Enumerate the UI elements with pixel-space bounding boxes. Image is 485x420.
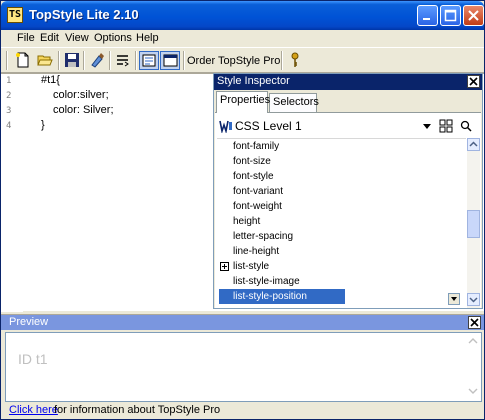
menu-options[interactable]: Options xyxy=(94,32,132,44)
css-level-label: CSS Level 1 xyxy=(235,119,302,133)
preview-title-bar: Preview xyxy=(1,314,484,330)
menu-bar: File Edit View Options Help xyxy=(1,30,484,47)
toolbar: Order TopStyle Pro xyxy=(1,47,484,73)
chevron-up-icon[interactable] xyxy=(467,336,479,346)
click-here-link[interactable]: Click here xyxy=(9,404,58,416)
close-icon xyxy=(469,77,478,86)
maximize-button[interactable] xyxy=(440,5,461,26)
tab-selectors[interactable]: Selectors xyxy=(269,93,319,112)
dropdown-arrow-icon[interactable] xyxy=(422,123,432,131)
line-number: 2 xyxy=(6,91,12,101)
open-file-button[interactable] xyxy=(35,51,55,70)
topstyle-app-icon[interactable]: TS xyxy=(7,7,23,23)
preview-icon xyxy=(163,54,178,67)
inspector-icon xyxy=(142,54,156,67)
style-inspector-panel: Style Inspector Properties Selectors CSS… xyxy=(213,73,483,309)
properties-pane: CSS Level 1 font-family font-size font-s… xyxy=(215,112,481,308)
preview-sample-text: ID t1 xyxy=(18,351,48,367)
line-number: 3 xyxy=(6,106,12,116)
code-line[interactable]: color: Silver; xyxy=(53,104,114,116)
status-text: for information about TopStyle Pro xyxy=(54,404,221,416)
property-list[interactable]: font-family font-size font-style font-va… xyxy=(217,138,466,308)
menu-help[interactable]: Help xyxy=(136,32,159,44)
list-item[interactable]: font-size xyxy=(217,154,466,169)
list-item[interactable]: font-weight xyxy=(217,199,466,214)
list-item[interactable]: height xyxy=(217,214,466,229)
close-button[interactable] xyxy=(463,5,484,26)
list-item[interactable]: font-family xyxy=(217,139,466,154)
code-line[interactable]: } xyxy=(41,119,45,131)
wrap-button[interactable] xyxy=(113,51,133,70)
wrap-icon xyxy=(117,55,129,67)
key-icon xyxy=(291,52,299,67)
scroll-up-button[interactable] xyxy=(467,138,480,151)
toolbar-separator xyxy=(109,51,111,70)
window-title: TopStyle Lite 2.10 xyxy=(29,7,139,22)
brush-icon xyxy=(91,53,104,68)
preview-close-button[interactable] xyxy=(468,316,481,329)
code-line[interactable]: #t1{ xyxy=(41,74,60,86)
status-bar: Click here for information about TopStyl… xyxy=(1,402,484,419)
minimize-button[interactable] xyxy=(417,5,438,26)
expand-icon[interactable] xyxy=(220,262,229,271)
preview-pane: ID t1 xyxy=(5,332,482,402)
format-button[interactable] xyxy=(87,51,107,70)
property-list-scrollbar[interactable] xyxy=(467,138,480,308)
scroll-down-button[interactable] xyxy=(467,293,480,306)
list-item-expandable[interactable]: list-style xyxy=(217,259,466,274)
close-icon xyxy=(470,318,479,327)
style-inspector-toggle[interactable] xyxy=(139,51,159,70)
toolbar-separator xyxy=(281,51,283,70)
minimize-icon xyxy=(423,18,430,20)
list-item[interactable]: line-height xyxy=(217,244,466,259)
list-item[interactable]: letter-spacing xyxy=(217,229,466,244)
menu-view[interactable]: View xyxy=(65,32,89,44)
preview-toggle[interactable] xyxy=(160,51,180,70)
categorize-icon[interactable] xyxy=(439,119,453,133)
list-item[interactable]: font-variant xyxy=(217,184,466,199)
toolbar-separator xyxy=(58,51,60,70)
preview-title: Preview xyxy=(9,316,49,328)
style-inspector-title: Style Inspector xyxy=(217,75,290,87)
maximize-icon xyxy=(444,9,457,22)
inspector-close-button[interactable] xyxy=(467,75,480,88)
scroll-thumb[interactable] xyxy=(467,210,480,238)
css-level-selector[interactable]: CSS Level 1 xyxy=(217,117,479,135)
style-inspector-title-bar: Style Inspector xyxy=(214,74,482,90)
preview-scrollbar[interactable] xyxy=(466,334,480,400)
search-icon[interactable] xyxy=(460,120,472,132)
list-item[interactable]: list-style-image xyxy=(217,274,466,289)
folder-open-icon xyxy=(37,55,53,66)
line-number-gutter: 1 2 3 4 xyxy=(1,74,23,312)
save-icon xyxy=(65,53,79,67)
css-level-icon xyxy=(219,120,232,133)
chevron-down-icon xyxy=(469,297,478,303)
line-number: 1 xyxy=(6,76,12,86)
list-item[interactable]: font-style xyxy=(217,169,466,184)
close-icon xyxy=(468,10,479,21)
toolbar-separator xyxy=(135,51,137,70)
toolbar-separator xyxy=(183,51,185,70)
tab-properties[interactable]: Properties xyxy=(216,91,270,113)
new-file-icon xyxy=(16,52,29,68)
line-number: 4 xyxy=(6,121,12,131)
toolbar-separator xyxy=(6,51,8,70)
save-button[interactable] xyxy=(62,51,82,70)
new-file-button[interactable] xyxy=(13,51,33,70)
title-bar[interactable]: TS TopStyle Lite 2.10 xyxy=(1,1,484,30)
list-item-selected[interactable]: list-style-position xyxy=(219,289,345,304)
menu-edit[interactable]: Edit xyxy=(40,32,59,44)
code-line[interactable]: color:silver; xyxy=(53,89,109,101)
help-button[interactable] xyxy=(285,51,305,70)
menu-file[interactable]: File xyxy=(17,32,35,44)
app-window: TS TopStyle Lite 2.10 File Edit View Opt… xyxy=(0,0,485,420)
toolbar-separator xyxy=(83,51,85,70)
order-topstyle-pro-button[interactable]: Order TopStyle Pro xyxy=(187,55,280,67)
chevron-up-icon xyxy=(469,141,478,147)
list-item-label: list-style xyxy=(233,261,270,272)
chevron-down-icon[interactable] xyxy=(467,386,479,396)
value-dropdown-icon[interactable] xyxy=(448,293,460,305)
